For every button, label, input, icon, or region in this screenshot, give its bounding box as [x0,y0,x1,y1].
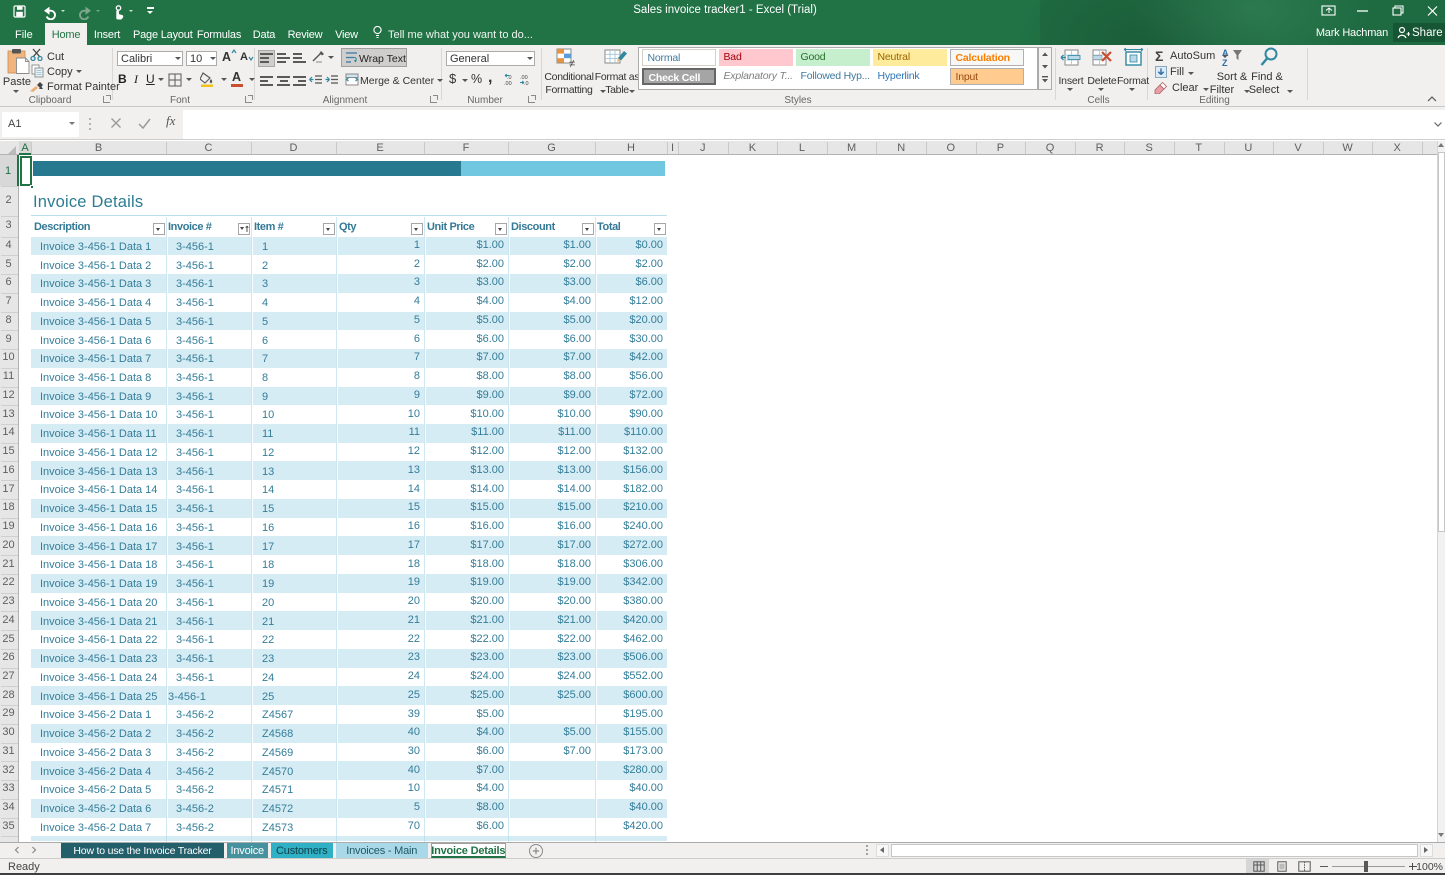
svg-text:.0: .0 [524,81,529,86]
svg-text:Z: Z [1222,58,1228,68]
svg-text:≠: ≠ [569,58,575,68]
svg-text:A: A [1222,48,1229,58]
svg-text:.00: .00 [504,81,512,86]
